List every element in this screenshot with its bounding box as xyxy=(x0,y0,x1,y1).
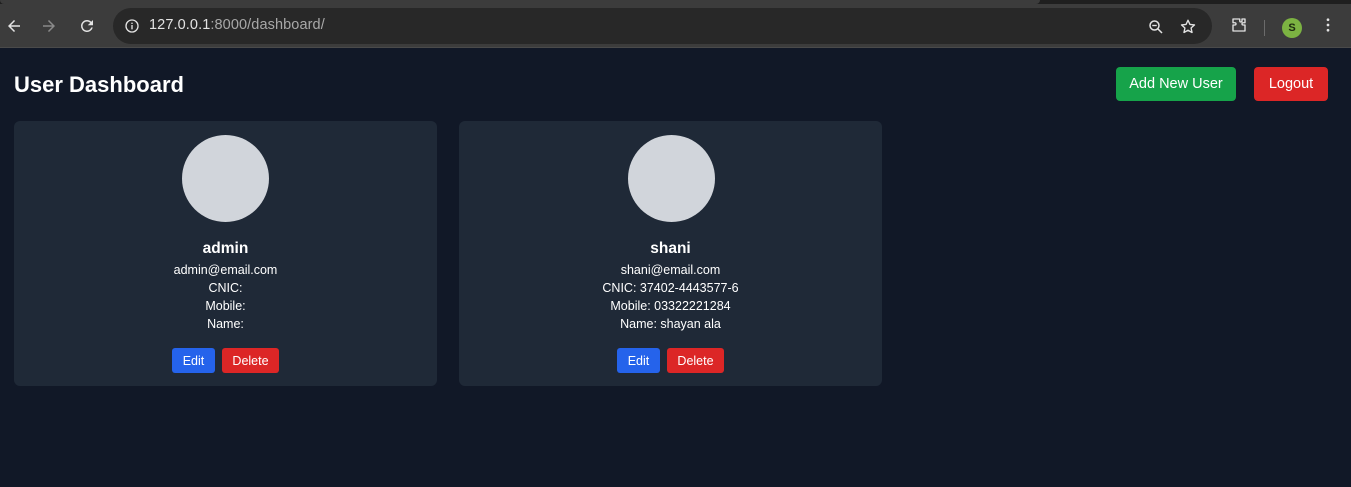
page-title: User Dashboard xyxy=(14,72,184,97)
user-mobile: Mobile: 03322221284 xyxy=(610,299,731,313)
delete-button[interactable]: Delete xyxy=(667,348,724,373)
profile-avatar[interactable]: S xyxy=(1282,18,1302,38)
add-new-user-button[interactable]: Add New User xyxy=(1116,67,1236,101)
url-text[interactable]: 127.0.0.1:8000/dashboard/ xyxy=(149,17,325,33)
address-bar[interactable]: 127.0.0.1:8000/dashboard/ xyxy=(113,8,1212,44)
arrow-right-icon xyxy=(43,20,55,32)
arrow-left-icon xyxy=(8,20,20,32)
extensions-puzzle-icon[interactable] xyxy=(1228,14,1250,36)
logout-button[interactable]: Logout xyxy=(1254,67,1328,101)
user-card: shani shani@email.com CNIC: 37402-444357… xyxy=(459,121,882,386)
user-cnic: CNIC: 37402-4443577-6 xyxy=(602,281,739,295)
user-name: Name: xyxy=(207,317,244,331)
zoom-icon[interactable] xyxy=(1145,16,1167,38)
toolbar-divider xyxy=(1264,20,1265,36)
card-actions: Edit Delete xyxy=(14,348,437,373)
bookmark-star-icon[interactable] xyxy=(1177,16,1199,38)
url-path: :8000/dashboard/ xyxy=(210,17,325,33)
site-info-icon[interactable] xyxy=(121,15,143,37)
delete-button[interactable]: Delete xyxy=(222,348,279,373)
avatar xyxy=(628,135,715,222)
edit-button[interactable]: Edit xyxy=(172,348,215,373)
user-cnic: CNIC: xyxy=(208,281,243,295)
back-button[interactable] xyxy=(0,12,28,40)
user-mobile: Mobile: xyxy=(205,299,246,313)
dashboard-page: User Dashboard Add New User Logout admin… xyxy=(0,48,1351,487)
user-card: admin admin@email.com CNIC: Mobile: Name… xyxy=(14,121,437,386)
card-actions: Edit Delete xyxy=(459,348,882,373)
user-name: Name: shayan ala xyxy=(620,317,721,331)
user-username: admin xyxy=(202,240,249,257)
more-menu-icon[interactable] xyxy=(1317,14,1339,36)
url-host: 127.0.0.1 xyxy=(149,17,211,33)
reload-icon xyxy=(80,19,93,32)
user-email: shani@email.com xyxy=(620,263,721,277)
user-username: shani xyxy=(650,240,691,257)
avatar xyxy=(182,135,269,222)
user-email: admin@email.com xyxy=(173,263,278,277)
browser-toolbar: 127.0.0.1:8000/dashboard/ S xyxy=(0,4,1351,48)
reload-button[interactable] xyxy=(73,12,101,40)
forward-button[interactable] xyxy=(35,12,63,40)
edit-button[interactable]: Edit xyxy=(617,348,660,373)
